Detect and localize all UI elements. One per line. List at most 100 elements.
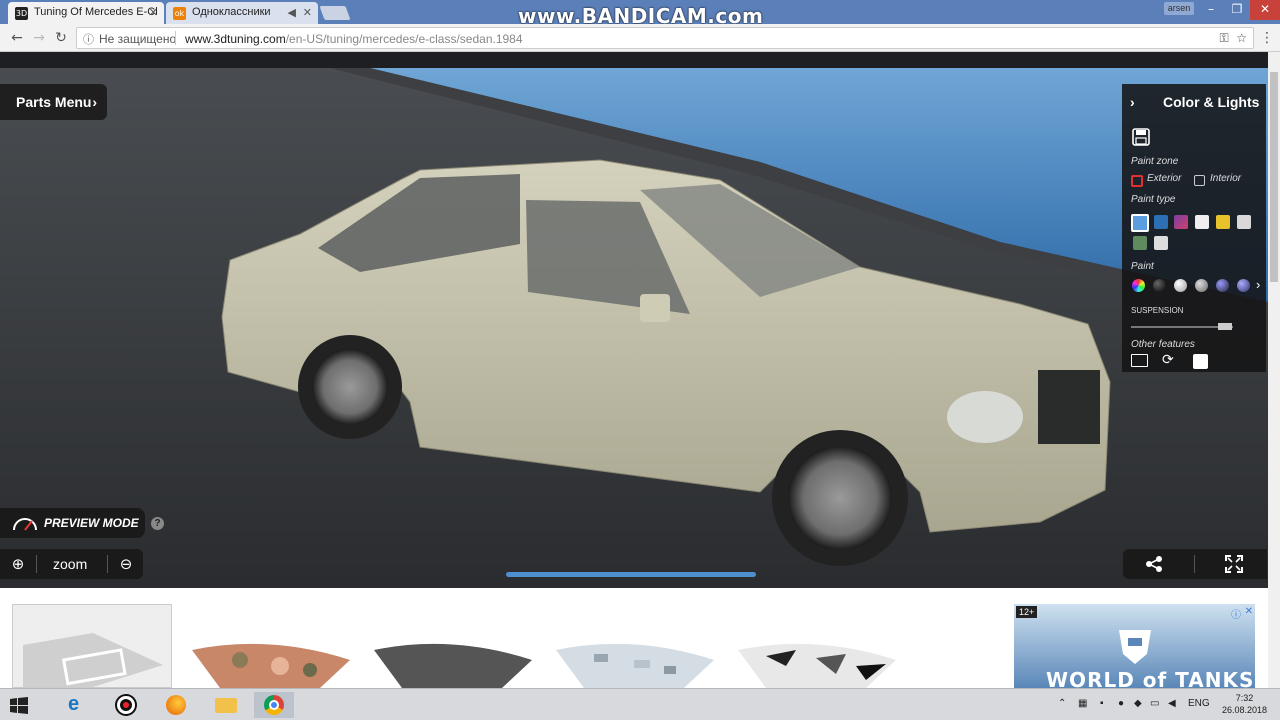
save-icon[interactable] — [1132, 128, 1150, 146]
color-wheel-icon[interactable] — [1132, 279, 1145, 292]
paint-silver[interactable] — [1174, 279, 1187, 292]
interior-label[interactable]: Interior — [1210, 173, 1241, 184]
zoom-in-icon[interactable]: ⊕ — [8, 554, 28, 574]
color-lights-panel: › Color & Lights Paint zone Exterior Int… — [1122, 84, 1266, 372]
zoom-label: zoom — [53, 556, 88, 572]
reload-icon[interactable]: ↻ — [52, 29, 70, 47]
url-text[interactable]: www.3dtuning.com/en-US/tuning/mercedes/e… — [185, 32, 523, 46]
browser-toolbar: ← → ↻ ⓘ Не защищено www.3dtuning.com/en-… — [0, 24, 1280, 52]
paint-grey[interactable] — [1195, 279, 1208, 292]
paint-type-chameleon[interactable] — [1174, 215, 1188, 229]
minimize-icon[interactable]: – — [1198, 0, 1224, 20]
paint-dark-blue[interactable] — [1216, 279, 1229, 292]
menu-icon[interactable]: ⋮ — [1258, 29, 1276, 47]
exterior-checkbox[interactable] — [1131, 175, 1143, 187]
restore-icon[interactable]: ❐ — [1224, 0, 1250, 20]
headlight — [947, 391, 1023, 443]
texture-thumb-plain[interactable] — [12, 604, 172, 688]
fullscreen-icon[interactable] — [1225, 555, 1243, 573]
system-clock[interactable]: 7:32 26.08.2018 — [1222, 692, 1267, 716]
paint-type-chrome[interactable] — [1237, 215, 1251, 229]
divider — [36, 555, 37, 573]
divider — [107, 555, 108, 573]
windows-start-icon[interactable] — [10, 697, 28, 715]
security-label[interactable]: Не защищено — [99, 32, 176, 46]
address-bar[interactable]: ⓘ Не защищено www.3dtuning.com/en-US/tun… — [76, 27, 1254, 49]
forward-icon[interactable]: → — [30, 29, 48, 47]
scene-render — [0, 52, 1268, 588]
tray-chevron-icon[interactable]: ⌃ — [1058, 698, 1066, 709]
tab-mercedes-tuning[interactable]: 3D Tuning Of Mercedes E-Cl ✕ — [8, 2, 164, 24]
chevron-right-icon[interactable]: › — [1256, 277, 1260, 292]
back-icon[interactable]: ← — [8, 29, 26, 47]
tab-title: Одноклассники — [192, 6, 271, 18]
parts-menu-button[interactable]: Parts Menu › — [0, 84, 107, 120]
clock-date: 26.08.2018 — [1222, 705, 1268, 715]
exterior-label[interactable]: Exterior — [1147, 173, 1181, 184]
world-of-tanks-ad[interactable]: 12+ ⓘ ✕ WORLD of TANKS — [1014, 604, 1255, 692]
taskbar-bandicam[interactable] — [106, 692, 146, 718]
tab-odnoklassniki[interactable]: ok Одноклассники ◀ ✕ — [166, 2, 318, 24]
car-3d-viewer[interactable] — [0, 52, 1268, 588]
close-icon[interactable]: ✕ — [303, 6, 312, 19]
interior-checkbox[interactable] — [1194, 175, 1205, 186]
ad-close-icon[interactable]: ✕ — [1245, 606, 1253, 617]
texture-thumb-desert-camo[interactable] — [190, 604, 350, 688]
taskbar-file-explorer[interactable] — [206, 692, 246, 718]
rotate-icon[interactable]: ⟳ — [1162, 352, 1174, 368]
paint-type-gloss[interactable] — [1131, 214, 1149, 232]
tray-app-icon[interactable]: ◆ — [1134, 698, 1142, 709]
tray-app-icon[interactable]: ● — [1118, 698, 1124, 709]
site-header-strip — [0, 52, 1268, 68]
tank-emblem-icon — [1119, 630, 1151, 664]
url-host: www.3dtuning.com — [185, 32, 286, 46]
new-tab-button[interactable] — [319, 6, 351, 20]
window-close-icon[interactable]: ✕ — [1250, 0, 1280, 20]
scrollbar-thumb[interactable] — [1270, 72, 1278, 282]
close-icon[interactable]: ✕ — [149, 6, 158, 19]
tray-volume-icon[interactable]: ◀ — [1168, 698, 1176, 709]
loading-progress-bar — [506, 572, 756, 577]
internet-explorer-icon: e — [68, 693, 80, 715]
paint-zone-label: Paint zone — [1131, 156, 1179, 167]
background-image-icon[interactable] — [1131, 354, 1148, 367]
paint-type-gold[interactable] — [1216, 215, 1230, 229]
divider — [175, 31, 176, 45]
firefox-icon — [166, 695, 186, 715]
lights-toggle-icon[interactable] — [1193, 354, 1208, 369]
zoom-out-icon[interactable]: ⊖ — [116, 554, 136, 574]
share-icon[interactable] — [1145, 556, 1163, 572]
chevron-right-icon[interactable]: › — [1130, 94, 1135, 110]
taskbar-chrome[interactable] — [254, 692, 294, 718]
taskbar-internet-explorer[interactable]: e — [58, 692, 98, 718]
help-icon[interactable]: ? — [151, 517, 164, 530]
zoom-control: ⊕ zoom ⊖ — [0, 549, 143, 579]
page-scrollbar[interactable] — [1268, 52, 1280, 688]
tray-battery-icon[interactable]: ▭ — [1150, 698, 1159, 709]
adchoices-icon[interactable]: ⓘ — [1231, 606, 1241, 621]
paint-type-pattern[interactable] — [1154, 236, 1168, 250]
texture-thumb-carbon[interactable] — [372, 604, 532, 688]
tray-app-icon[interactable]: ▪ — [1100, 698, 1104, 709]
texture-thumb-urban-camo[interactable] — [736, 604, 896, 688]
chrome-icon — [264, 695, 284, 715]
bookmark-star-icon[interactable]: ☆ — [1236, 31, 1247, 45]
mute-icon[interactable]: ◀ — [288, 6, 296, 19]
texture-thumb-digital-camo[interactable] — [554, 604, 714, 688]
info-icon[interactable]: ⓘ — [83, 31, 94, 47]
paint-black[interactable] — [1153, 279, 1166, 292]
paint-blue[interactable] — [1237, 279, 1250, 292]
preview-mode-button[interactable]: PREVIEW MODE — [0, 508, 145, 538]
keyboard-language[interactable]: ENG — [1188, 698, 1210, 709]
divider — [1194, 555, 1195, 573]
profile-badge[interactable]: arsen — [1164, 2, 1194, 15]
paint-type-camo[interactable] — [1133, 236, 1147, 250]
panel-title: Color & Lights — [1163, 94, 1260, 110]
key-icon[interactable]: ⚿ — [1219, 31, 1228, 45]
age-rating-badge: 12+ — [1016, 606, 1038, 618]
paint-type-metallic[interactable] — [1154, 215, 1168, 229]
tray-network-icon[interactable]: ▦ — [1078, 698, 1087, 709]
taskbar-firefox[interactable] — [156, 692, 196, 718]
paint-type-matte[interactable] — [1195, 215, 1209, 229]
suspension-slider-handle[interactable] — [1218, 323, 1232, 330]
